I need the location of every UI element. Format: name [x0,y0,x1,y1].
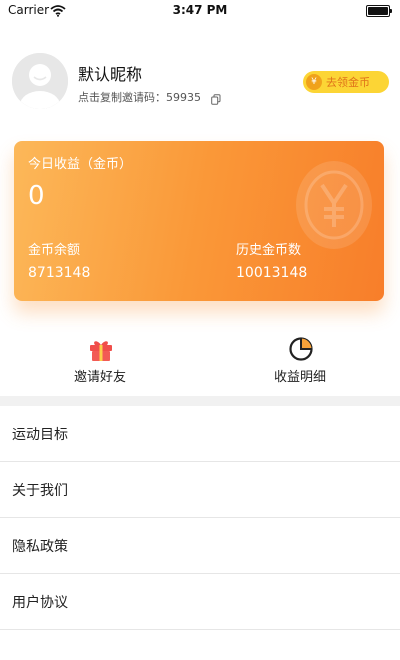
today-earnings-value: 0 [28,181,45,211]
menu-item-user-agreement[interactable]: 用户协议 [0,574,400,630]
nickname: 默认昵称 [78,65,143,84]
section-divider [0,396,400,406]
battery-icon [366,5,392,17]
invite-friends-label: 邀请好友 [73,370,126,385]
earnings-card: 今日收益（金币） 0 金币余额 8713148 历史金币数 10013148 [14,141,384,301]
coin-balance-value: 8713148 [28,265,91,281]
settings-menu: 运动目标 关于我们 隐私政策 用户协议 [0,406,400,630]
avatar[interactable] [12,53,68,109]
coin-balance-label: 金币余额 [28,243,81,258]
history-coins-label: 历史金币数 [236,243,302,258]
menu-item-label: 隐私政策 [12,539,68,555]
history-coins-value: 10013148 [236,265,308,281]
menu-item-exercise-goal[interactable]: 运动目标 [0,406,400,462]
status-bar: Carrier 3:47 PM [0,0,400,22]
today-earnings-label: 今日收益（金币） [28,157,133,172]
invite-code-text[interactable]: 点击复制邀请码：59935 [78,89,201,105]
pie-chart-icon [288,336,314,362]
income-details-button[interactable]: 收益明细 [230,330,370,390]
quick-actions: 邀请好友 收益明细 [0,330,400,392]
menu-item-about-us[interactable]: 关于我们 [0,462,400,518]
invite-friends-button[interactable]: 邀请好友 [30,330,170,390]
default-avatar-icon [12,53,68,109]
income-details-label: 收益明细 [273,370,326,385]
coin-icon: ¥ [306,74,322,90]
claim-coins-button[interactable]: ¥ 去领金币 [303,71,389,93]
status-time: 3:47 PM [172,3,228,17]
copy-icon[interactable] [211,90,221,109]
menu-item-label: 运动目标 [12,427,68,443]
menu-item-label: 关于我们 [12,483,68,499]
coin-watermark-icon [296,161,372,249]
claim-coins-label: 去领金币 [326,76,370,89]
gift-icon [88,336,114,362]
menu-item-label: 用户协议 [12,595,68,611]
menu-item-privacy-policy[interactable]: 隐私政策 [0,518,400,574]
profile-header: 默认昵称 点击复制邀请码：59935 ¥ 去领金币 [0,40,400,130]
